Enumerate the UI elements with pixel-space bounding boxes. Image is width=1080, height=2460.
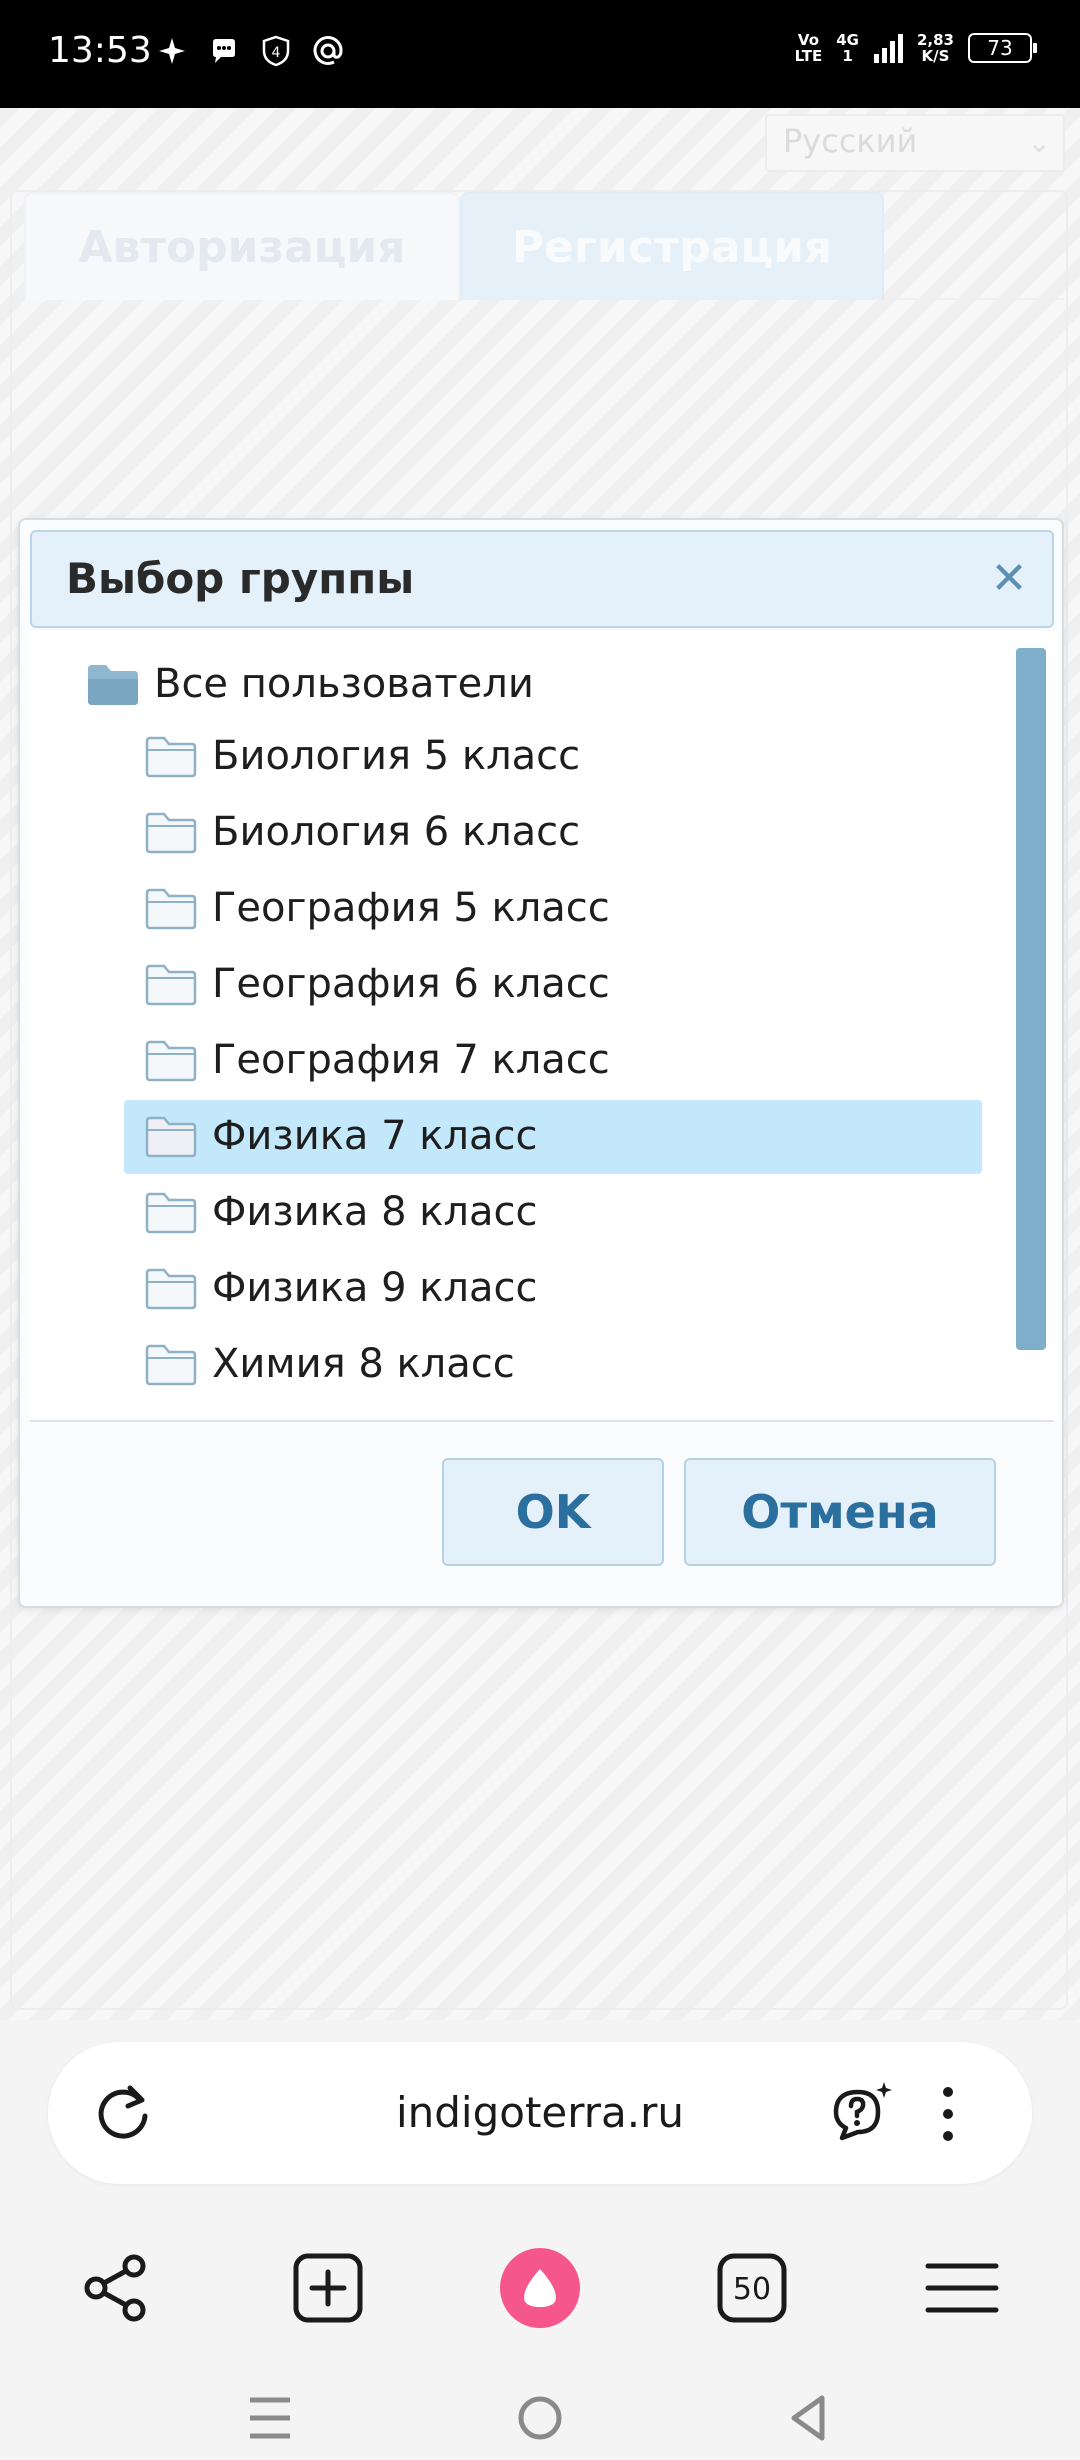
close-icon[interactable]: ✕	[984, 554, 1034, 604]
folder-icon	[145, 1116, 197, 1158]
shield-badge-icon: 4	[259, 34, 293, 68]
tree-item[interactable]: Физика 8 класс	[144, 1176, 537, 1248]
folder-icon	[145, 964, 197, 1006]
tree-item-label: Физика 7 класс	[212, 1113, 538, 1159]
tree-item-label: Физика 9 класс	[212, 1265, 538, 1311]
sparkle-icon	[155, 34, 189, 68]
tree-item[interactable]: Химия 8 класс	[144, 1328, 515, 1400]
browser-nav-row: 50	[0, 2220, 1080, 2350]
svg-text:4: 4	[272, 45, 281, 61]
dialog-divider	[30, 1420, 1054, 1422]
tree-item[interactable]: Биология 5 класс	[144, 720, 580, 792]
tree-item[interactable]: География 5 класс	[144, 872, 610, 944]
tree-item[interactable]: География 7 класс	[144, 1024, 610, 1096]
tree-item[interactable]: География 6 класс	[144, 948, 610, 1020]
browser-toolbar: indigoterra.ru 50	[0, 2020, 1080, 2460]
alice-chat-icon[interactable]	[826, 2078, 896, 2148]
folder-icon	[145, 1344, 197, 1386]
tabs-count: 50	[733, 2272, 771, 2307]
tree-item-label: Химия 8 класс	[212, 1341, 515, 1387]
tree-root-label: Все пользователи	[154, 661, 534, 707]
folder-icon	[145, 1192, 197, 1234]
folder-open-icon	[88, 665, 138, 705]
tree-item-label: Физика 8 класс	[212, 1189, 538, 1235]
alice-icon[interactable]	[500, 2248, 580, 2328]
network-speed: 2,83 K/S	[916, 31, 954, 65]
tree-item[interactable]: Биология 6 класс	[144, 796, 580, 868]
tree-item[interactable]: Физика 9 класс	[144, 1252, 537, 1324]
address-bar[interactable]: indigoterra.ru	[48, 2042, 1032, 2184]
status-bar: 13:53 4 Vo LTE 4G 1 2,83 K/S 73	[0, 0, 1080, 108]
tree-item-label: Биология 6 класс	[212, 809, 581, 855]
tree-root[interactable]: Все пользователи	[86, 648, 534, 720]
folder-icon	[145, 1040, 197, 1082]
status-right-icons: Vo LTE 4G 1 2,83 K/S 73	[794, 31, 1037, 65]
tree-item-label: Биология 5 класс	[212, 733, 581, 779]
group-tree: Все пользователи Биология 5 класс Биолог…	[30, 630, 1058, 1420]
share-icon[interactable]	[76, 2248, 156, 2328]
cancel-button[interactable]: Отмена	[684, 1458, 996, 1566]
volte-indicator: Vo LTE	[794, 31, 823, 65]
back-icon[interactable]	[780, 2390, 840, 2446]
new-tab-icon[interactable]	[288, 2248, 368, 2328]
tabs-icon[interactable]: 50	[712, 2248, 792, 2328]
ok-button[interactable]: OK	[442, 1458, 664, 1566]
folder-icon	[145, 888, 197, 930]
signal-icon	[873, 34, 903, 63]
system-nav-bar	[0, 2372, 1080, 2460]
dialog-title: Выбор группы	[66, 554, 415, 603]
tree-item-label: География 7 класс	[212, 1037, 610, 1083]
tree-item-label: География 5 класс	[212, 885, 610, 931]
tree-item-label: География 6 класс	[212, 961, 610, 1007]
menu-icon[interactable]	[922, 2248, 1002, 2328]
tree-item-selected[interactable]: Физика 7 класс	[124, 1100, 982, 1174]
dialog-header: Выбор группы ✕	[30, 530, 1054, 628]
folder-icon	[145, 736, 197, 778]
battery-indicator: 73	[968, 33, 1037, 63]
home-icon[interactable]	[510, 2390, 570, 2446]
folder-icon	[145, 812, 197, 854]
notification-icons: 4	[155, 34, 345, 68]
more-menu-icon[interactable]	[928, 2082, 968, 2146]
folder-icon	[145, 1268, 197, 1310]
group-select-dialog: Выбор группы ✕ Все пользователи Биология…	[18, 518, 1064, 1608]
status-time: 13:53	[48, 30, 152, 71]
tree-scrollbar[interactable]	[1016, 648, 1046, 1350]
recent-apps-icon[interactable]	[240, 2390, 300, 2446]
at-sign-icon	[311, 34, 345, 68]
network-type-indicator: 4G 1	[836, 31, 859, 65]
chat-bubble-icon	[207, 34, 241, 68]
